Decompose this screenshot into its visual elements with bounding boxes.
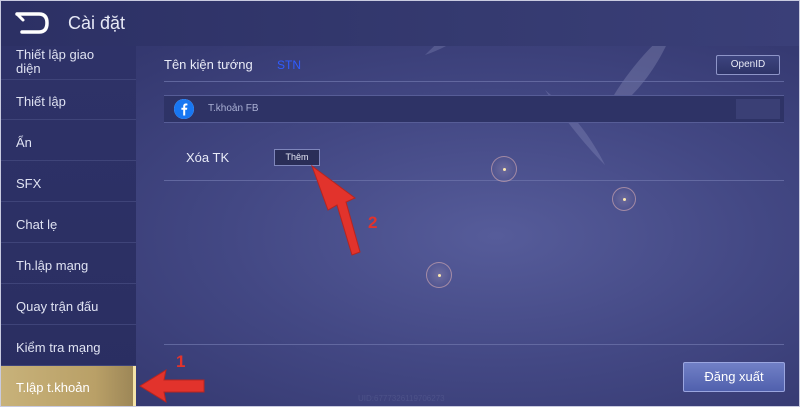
- back-button[interactable]: [14, 10, 50, 36]
- sidebar-item-hidden[interactable]: Ẩn: [0, 120, 136, 161]
- sidebar-item-label: Chat lẹ: [16, 217, 58, 232]
- facebook-account-row[interactable]: T.khoản FB: [164, 95, 784, 123]
- sidebar-item-quick-chat[interactable]: Chat lẹ: [0, 202, 136, 243]
- sidebar-item-label: Th.lập mạng: [16, 258, 89, 273]
- hero-name-value: STN: [277, 58, 301, 72]
- decorative-orb: [491, 156, 517, 182]
- sidebar-item-label: T.lập t.khoản: [16, 380, 90, 395]
- account-settings-panel: Tên kiện tướng STN OpenID T.khoản FB Xóa…: [136, 46, 800, 407]
- sidebar-item-label: SFX: [16, 176, 42, 191]
- sidebar-item-sfx[interactable]: SFX: [0, 161, 136, 202]
- back-arrow-icon: [15, 12, 49, 34]
- uid-text: UID:6777326119706273: [358, 394, 445, 403]
- facebook-account-label: T.khoản FB: [208, 103, 259, 114]
- logout-button[interactable]: Đăng xuất: [683, 362, 785, 392]
- sidebar-item-label: Quay trận đấu: [16, 299, 99, 314]
- settings-screen: Cài đặt Thiết lập giao diện Thiết lập Ẩn…: [0, 0, 800, 407]
- annotation-arrow-icon: [139, 368, 205, 404]
- decorative-orb: [612, 187, 636, 211]
- sidebar-item-label: Thiết lập giao diện: [16, 47, 95, 76]
- delete-account-label: Xóa TK: [186, 150, 230, 165]
- sidebar-item-label: Ẩn: [16, 135, 32, 150]
- sidebar-item-network-settings[interactable]: Th.lập mạng: [0, 243, 136, 284]
- divider: [164, 81, 784, 82]
- annotation-step-1: 1: [176, 352, 186, 371]
- page-title: Cài đặt: [68, 13, 126, 33]
- divider: [164, 344, 784, 345]
- settings-sidebar: Thiết lập giao diện Thiết lập Ẩn SFX Cha…: [0, 46, 136, 407]
- annotation-arrow-icon: [310, 164, 361, 256]
- blurred-account-id: [736, 99, 780, 119]
- openid-button[interactable]: OpenID: [716, 55, 780, 75]
- sidebar-item-replay[interactable]: Quay trận đấu: [0, 284, 136, 325]
- sidebar-item-label: Kiểm tra mạng: [16, 340, 101, 355]
- annotation-step-2: 2: [368, 213, 378, 232]
- header-bar: Cài đặt: [0, 0, 800, 46]
- sidebar-item-label: Thiết lập: [16, 94, 66, 109]
- divider: [164, 180, 784, 181]
- hero-name-label: Tên kiện tướng: [164, 57, 253, 72]
- sidebar-item-settings[interactable]: Thiết lập: [0, 80, 136, 120]
- sidebar-item-network-check[interactable]: Kiểm tra mạng: [0, 325, 136, 366]
- sidebar-item-interface[interactable]: Thiết lập giao diện: [0, 46, 136, 80]
- sidebar-item-account-settings[interactable]: T.lập t.khoản: [0, 366, 136, 407]
- facebook-icon: [174, 99, 194, 119]
- decorative-orb: [426, 262, 452, 288]
